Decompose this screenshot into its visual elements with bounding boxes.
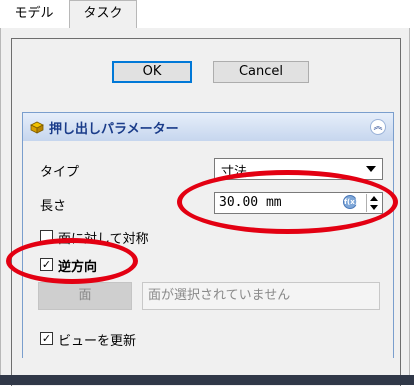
face-field: 面が選択されていません	[142, 282, 380, 310]
section-title: 押し出しパラメーター	[49, 122, 179, 137]
collapse-up-icon[interactable]: ︽	[370, 119, 386, 135]
ok-button[interactable]: OK	[112, 61, 192, 83]
length-label: 長さ	[40, 199, 67, 214]
update-view-label: ビューを更新	[58, 334, 137, 349]
extrude-icon	[30, 121, 44, 134]
type-label: タイプ	[40, 165, 80, 180]
tab-model[interactable]: モデル	[0, 1, 68, 27]
chevron-down-icon	[366, 166, 376, 172]
highlight-ellipse-reverse	[6, 238, 138, 284]
bottom-bar	[0, 375, 414, 385]
tab-task[interactable]: タスク	[69, 0, 137, 29]
tab-bar: モデル タスク	[0, 0, 414, 29]
cancel-button[interactable]: Cancel	[213, 61, 309, 83]
highlight-ellipse-length	[177, 170, 398, 234]
section-header[interactable]: 押し出しパラメーター ︽	[23, 113, 393, 141]
update-view-checkbox[interactable]: ✓	[40, 332, 53, 345]
face-select-button[interactable]: 面	[38, 282, 132, 310]
